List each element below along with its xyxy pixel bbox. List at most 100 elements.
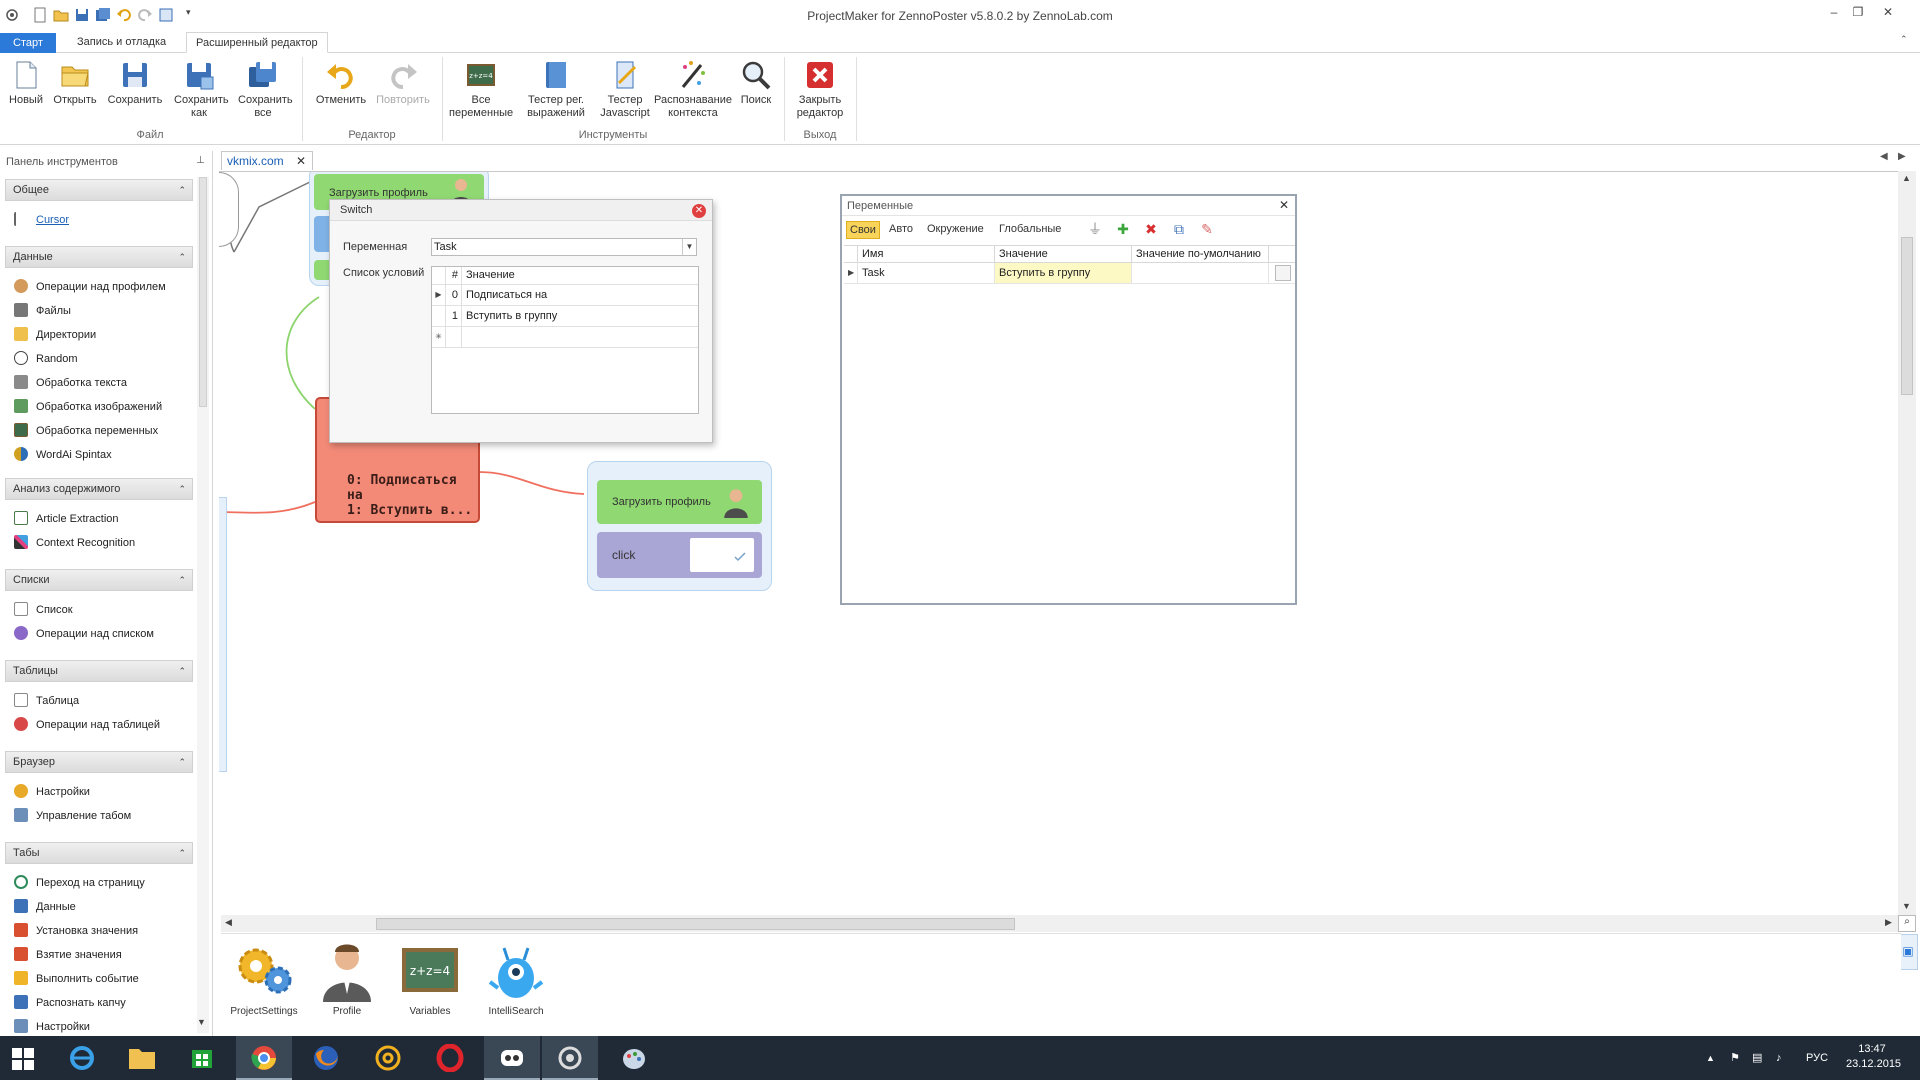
variable-select[interactable]: Task ▼ [431,238,697,256]
scroll-down-arrow-icon[interactable]: ▼ [1902,901,1911,911]
table-row[interactable]: ▶ 0 Подписаться на [432,285,698,306]
tool-fire-event[interactable]: Выполнить событие [14,970,139,988]
clear-eraser-icon[interactable]: ✎ [1200,222,1214,236]
all-variables-button[interactable]: z+z=4 Все переменные [448,59,514,120]
tabs-scroll-left-icon[interactable]: ◀ [1880,151,1888,162]
taskbar-projectmaker[interactable] [542,1036,598,1080]
tool-table-ops[interactable]: Операции над таблицей [14,716,160,734]
tool-browser-settings[interactable]: Настройки [14,783,90,801]
toolbox-group-lists[interactable]: Списки ⌃ [5,569,193,591]
taskbar-opera[interactable] [422,1036,478,1080]
tool-set-value[interactable]: Установка значения [14,922,138,940]
tool-tab-settings[interactable]: Настройки [14,1018,90,1036]
close-dialog-button[interactable]: ✕ [692,204,706,218]
copy-icon[interactable] [1275,265,1291,281]
project-settings-button[interactable]: ProjectSettings [219,938,309,1017]
tray-expand-icon[interactable]: ▲ [1706,1036,1715,1080]
toolbox-scrollbar[interactable]: ▼ [197,177,209,1033]
tool-list-ops[interactable]: Операции над списком [14,625,154,643]
tool-navigate[interactable]: Переход на страницу [14,874,145,892]
taskbar-mail[interactable] [360,1036,416,1080]
dropdown-arrow-icon[interactable]: ▼ [682,239,696,255]
add-variable-icon[interactable]: ✚ [1116,222,1130,236]
save-as-button[interactable]: Сохранить как [168,59,230,120]
filter-own[interactable]: Свои [846,221,880,239]
scroll-down-arrow-icon[interactable]: ▼ [197,1017,206,1027]
collapse-ribbon-icon[interactable]: ⌃ [1900,34,1908,45]
taskbar-firefox[interactable] [298,1036,354,1080]
open-button[interactable]: Открыть [50,59,100,107]
restore-button[interactable]: ❐ [1846,4,1870,20]
context-recognition-button[interactable]: Распознавание контекста [652,59,734,120]
scroll-left-arrow-icon[interactable]: ◀ [225,917,232,928]
tab-record-debug[interactable]: Запись и отладка [68,32,175,53]
taskbar-chrome[interactable] [236,1036,292,1080]
scroll-right-arrow-icon[interactable]: ▶ [1885,917,1892,928]
tool-article-extraction[interactable]: Article Extraction [14,510,119,528]
tray-flag-icon[interactable]: ⚑ [1730,1036,1740,1080]
language-indicator[interactable]: РУС [1806,1036,1828,1080]
toolbox-group-general[interactable]: Общее ⌃ [5,179,193,201]
variable-name[interactable]: Task [858,263,995,283]
tool-tab-data[interactable]: Данные [14,898,76,916]
canvas-horizontal-scrollbar[interactable]: ◀ ▶ [221,915,1901,932]
toolbox-group-data[interactable]: Данные ⌃ [5,246,193,268]
side-panel-icon[interactable]: ▣ [1898,934,1918,970]
new-button[interactable]: Новый [4,59,48,107]
js-tester-button[interactable]: Тестер Javascript [592,59,658,120]
taskbar-internet-explorer[interactable] [54,1036,110,1080]
filter-auto[interactable]: Авто [886,221,916,239]
toolbox-group-tabs[interactable]: Табы ⌃ [5,842,193,864]
scroll-up-arrow-icon[interactable]: ▲ [1902,173,1911,183]
table-row[interactable]: ▶ Task Вступить в группу [844,263,1295,284]
redo-button[interactable]: Повторить [372,59,434,107]
variable-value[interactable]: Вступить в группу [995,263,1132,283]
variables-button[interactable]: z+z=4 Variables [385,938,475,1017]
tab-start[interactable]: Старт [0,33,56,54]
regex-tester-button[interactable]: Тестер рег. выражений [518,59,594,120]
tool-image-processing[interactable]: Обработка изображений [14,398,162,416]
tool-random[interactable]: Random [14,350,78,368]
profile-button[interactable]: Profile [302,938,392,1017]
row-value[interactable]: Подписаться на [466,285,547,305]
tray-network-icon[interactable]: ▤ [1752,1036,1762,1080]
load-profile-node-right[interactable]: Загрузить профиль [597,480,762,524]
tray-volume-icon[interactable]: ♪ [1776,1036,1782,1080]
tool-wordai-spintax[interactable]: WordAi Spintax [14,446,112,464]
variable-default[interactable] [1132,263,1269,283]
tool-profile-ops[interactable]: Операции над профилем [14,278,166,296]
undo-button[interactable]: Отменить [310,59,372,107]
taskbar-paint[interactable] [606,1036,662,1080]
container-node-partial[interactable] [219,497,227,772]
toolbox-group-browser[interactable]: Браузер ⌃ [5,751,193,773]
start-node-partial[interactable] [219,172,239,247]
filter-environment[interactable]: Окружение [924,221,987,239]
tool-get-value[interactable]: Взятие значения [14,946,122,964]
table-row[interactable]: 1 Вступить в группу [432,306,698,327]
tool-variable-processing[interactable]: Обработка переменных [14,422,158,440]
search-button[interactable]: Поиск [736,59,776,107]
taskbar-file-explorer[interactable] [114,1036,170,1080]
filter-global[interactable]: Глобальные [996,221,1064,239]
save-all-button[interactable]: Сохранить все [232,59,294,120]
delete-variable-icon[interactable]: ✖ [1144,222,1158,236]
taskbar-zennoposter[interactable] [484,1036,540,1080]
toolbox-group-content-analysis[interactable]: Анализ содержимого ⌃ [5,478,193,500]
scroll-thumb[interactable] [376,918,1015,930]
pin-icon[interactable]: ⊥ [196,155,205,166]
filter-funnel-icon[interactable]: ⏚ [1088,222,1102,236]
tab-advanced-editor[interactable]: Расширенный редактор [186,32,328,53]
tool-directories[interactable]: Директории [14,326,96,344]
tool-context-recognition[interactable]: Context Recognition [14,534,135,552]
scroll-thumb[interactable] [199,177,207,407]
tool-list[interactable]: Список [14,601,73,619]
row-expand-icon[interactable]: ▶ [844,263,858,283]
toolbox-group-tables[interactable]: Таблицы ⌃ [5,660,193,682]
taskbar-store[interactable] [174,1036,230,1080]
close-editor-button[interactable]: Закрыть редактор [790,59,850,120]
canvas-vertical-scrollbar[interactable]: ▲ ▼ [1898,171,1916,915]
clock[interactable]: 13:47 23.12.2015 [1846,1042,1901,1072]
document-tab[interactable]: vkmix.com ✕ [221,151,313,170]
click-node[interactable]: click [597,532,762,578]
row-value[interactable]: Вступить в группу [466,306,557,326]
